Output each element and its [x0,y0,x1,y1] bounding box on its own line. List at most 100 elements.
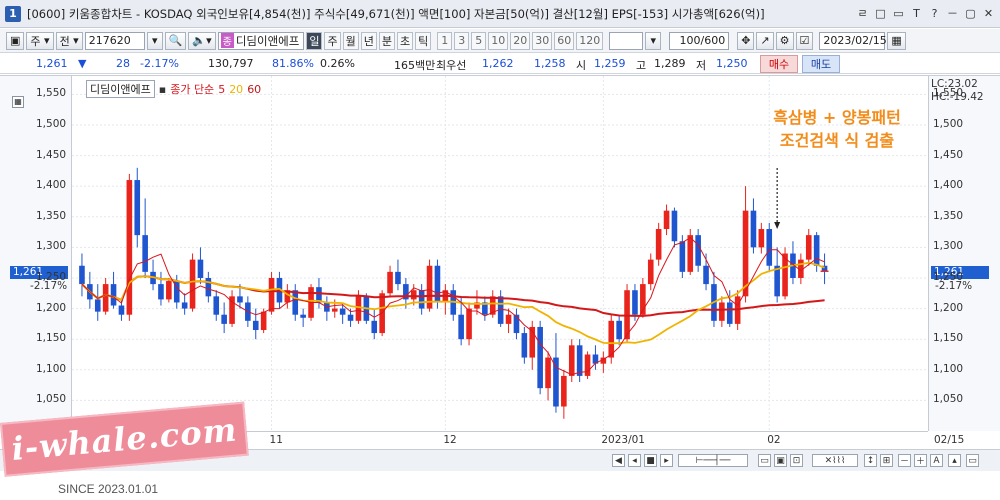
period-year[interactable]: 년 [360,31,377,50]
candle-down [521,333,528,358]
scroll-start-icon[interactable]: ◀ [612,454,625,467]
period-second[interactable]: 초 [396,31,414,50]
settings-icon[interactable]: ⚙ [775,31,794,50]
minimize-icon[interactable]: － [945,5,960,21]
scroll-next-icon[interactable]: ▸ [660,454,673,467]
candle-up [805,235,812,260]
period-month[interactable]: 월 [342,31,359,50]
interval-1[interactable]: 1 [437,31,453,50]
interval-5[interactable]: 5 [471,31,487,50]
up-icon[interactable]: ▴ [948,454,961,467]
interval-dropdown-icon[interactable]: ▾ [645,31,662,50]
candle-up [331,308,338,312]
interval-3[interactable]: 3 [454,31,470,50]
open-price: 1,259 [594,57,626,70]
count-input[interactable]: 100/600 [669,31,730,50]
right-tick-label: 1,350 [933,209,964,222]
right-tick-label: 1,150 [933,332,964,345]
period-tick[interactable]: 틱 [415,31,432,50]
stock-code-input[interactable]: 217620 [84,31,145,50]
maximize-icon[interactable]: ▢ [963,5,978,21]
candle-down [221,314,227,324]
zoom-slider[interactable]: ⊢──┤── [678,454,748,467]
open-label: 시 [576,59,587,72]
remove-icon[interactable]: － [898,454,911,467]
zoom-out-icon[interactable]: ▭ [758,454,771,467]
stock-tag: 종 [220,33,234,48]
fit-icon[interactable]: ⊡ [790,454,803,467]
candle-down [766,229,773,266]
toggle-icon[interactable]: ↕ [864,454,877,467]
link-icon[interactable]: ㄹ [855,5,870,21]
search-icon[interactable]: 🔍 [164,31,187,50]
close-icon[interactable]: ✕ [981,5,996,21]
candle-down [252,320,259,331]
date-input[interactable]: 2023/02/15 [819,31,887,50]
candle-down [110,284,117,306]
period-minute[interactable]: 분 [378,31,395,50]
candle-down [513,314,520,334]
period-day[interactable]: 일 [306,31,323,50]
candle-down [339,308,346,315]
code-dropdown-icon[interactable]: ▾ [146,31,163,50]
annotation-line-2: 조건검색 식 검출 [779,131,895,150]
calendar-icon[interactable]: ▦ [887,31,906,50]
volume-ratio: 81.86% [272,57,314,70]
stock-name-field[interactable]: 종 디딤이앤에프 [217,31,305,50]
candle-up [758,229,765,248]
help-icon[interactable]: ? [927,5,942,21]
right-price-axis: LC:23.02 HC:-19.42 1,261 -2.17% 1,050 1,1… [928,76,1000,431]
tools-icon[interactable]: ⊞ [880,454,893,467]
sell-button[interactable]: 매도 [802,55,840,73]
scroll-prev-icon[interactable]: ◂ [628,454,641,467]
draw-tool-icon[interactable]: ↗ [756,31,774,50]
candle-up [545,357,551,389]
candle-down [237,296,243,303]
layout-icon[interactable]: □ [873,5,888,21]
buy-button[interactable]: 매수 [760,55,798,73]
pin-icon[interactable]: ▭ [891,5,906,21]
candle-down [418,290,425,309]
candle-down [300,314,306,318]
add-icon[interactable]: ＋ [914,454,927,467]
trade-amount: 165백만 [394,59,436,72]
layout-toggle-icon[interactable]: ▣ [6,31,25,50]
type-select[interactable]: 주 ▾ [26,31,54,50]
interval-custom-input[interactable] [609,31,644,50]
candle-up [505,314,512,324]
text-icon[interactable]: A [930,454,943,467]
interval-10[interactable]: 10 [488,31,509,50]
market-select[interactable]: 전 ▾ [55,31,83,50]
checkbox-icon[interactable]: ☑ [795,31,814,50]
legend-ma5: 5 [218,82,226,96]
title-bar: 1 [0600] 키움종합차트 - KOSDAQ 외국인보유[4,854(천)]… [0,0,1000,28]
candle-down [726,302,733,324]
interval-20[interactable]: 20 [510,31,531,50]
candle-up [410,290,417,300]
settings-corner-icon[interactable]: ▦ [12,96,24,108]
crosshair-icon[interactable]: ✥ [737,31,755,50]
date-tick-label: 2023/01 [601,434,645,446]
candle-up [687,235,694,272]
left-tick-label: 1,400 [36,179,67,192]
interval-60[interactable]: 60 [554,31,575,50]
expand-icon[interactable]: ▭ [966,454,979,467]
candle-down [616,320,622,340]
candle-up [663,210,670,230]
left-tick-label: 1,500 [36,117,67,130]
zoom-in-icon[interactable]: ▣ [774,454,787,467]
candle-down [671,210,678,242]
font-icon[interactable]: T [909,5,924,21]
stop-icon[interactable]: ■ [644,454,657,467]
period-week[interactable]: 주 [324,31,341,50]
interval-30[interactable]: 30 [532,31,553,50]
interval-120[interactable]: 120 [576,31,604,50]
left-tick-label: 1,200 [36,301,67,314]
candle-down [695,235,701,266]
current-price: 1,261 [36,57,68,70]
left-tick-label: 1,550 [36,87,67,100]
left-tick-label: 1,250 [36,270,67,283]
drawing-tools[interactable]: ✕⌇⌇⌇ [812,454,858,467]
speaker-icon[interactable]: 🔈▾ [188,31,216,50]
date-tick-label: 12 [443,434,457,446]
